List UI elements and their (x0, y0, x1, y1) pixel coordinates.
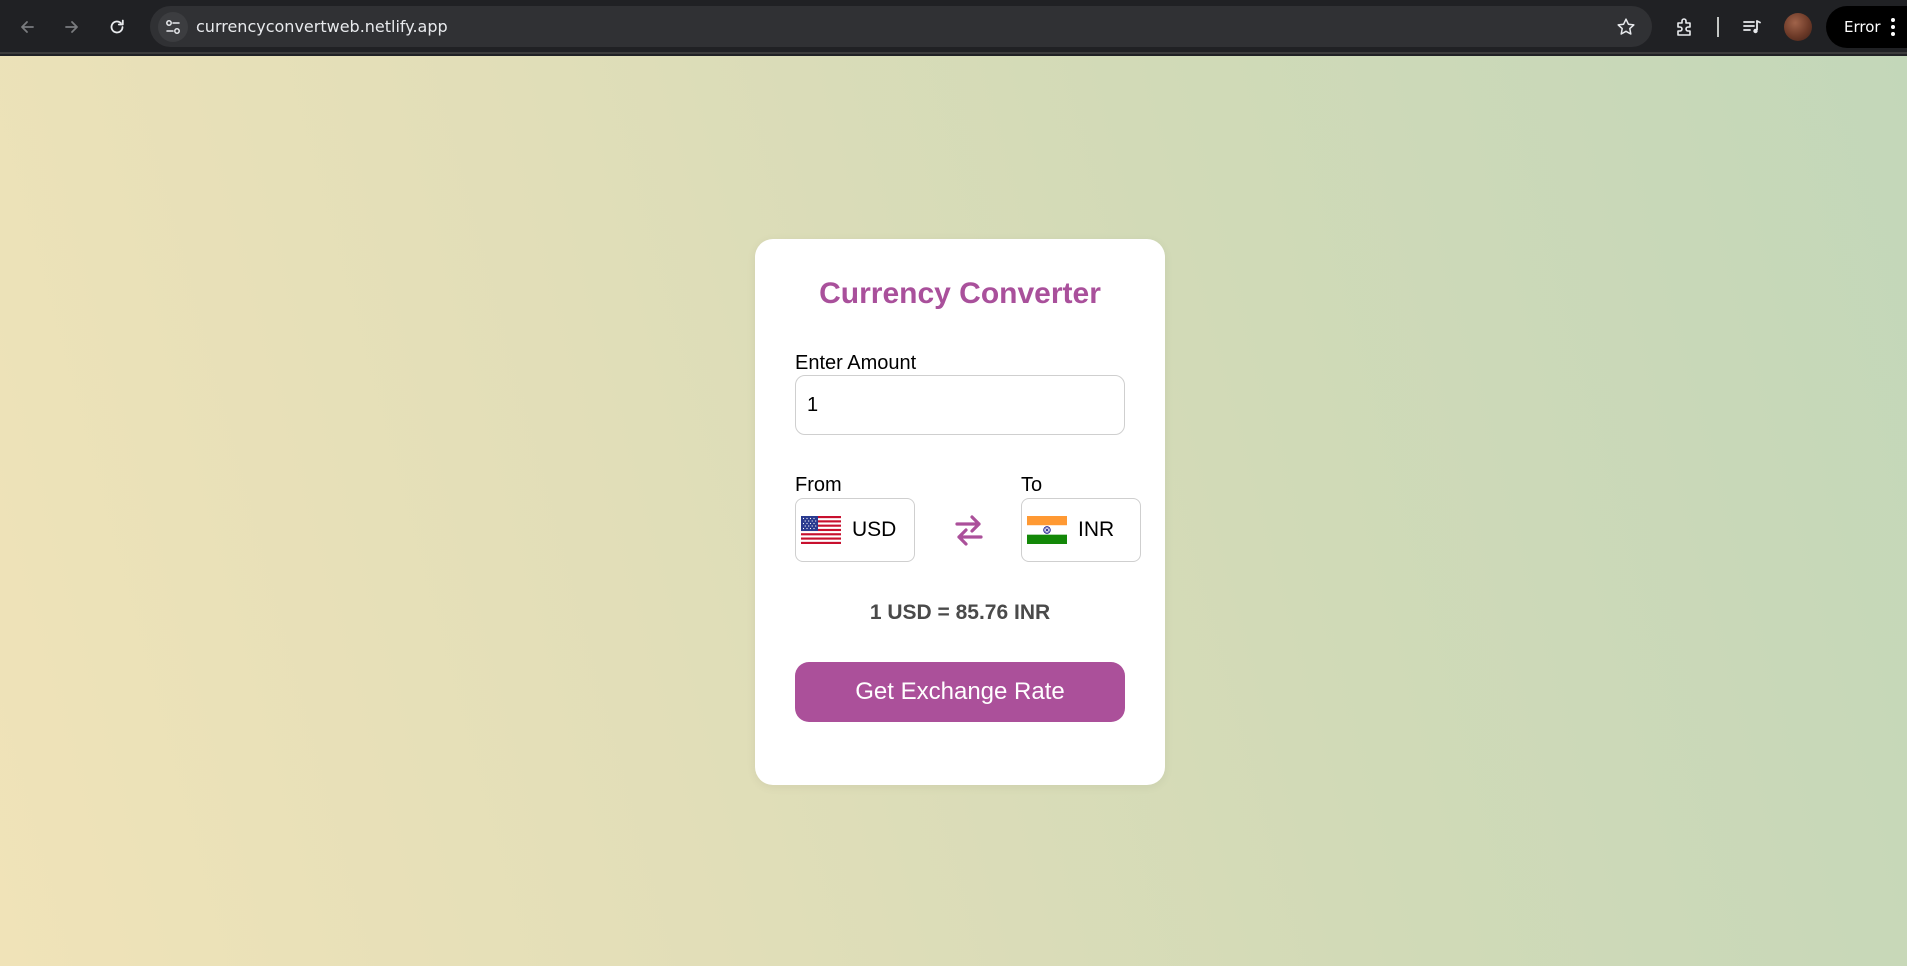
url-text[interactable]: currencyconvertweb.netlify.app (196, 17, 448, 36)
swap-currencies-button[interactable] (951, 510, 987, 550)
toolbar-divider (1717, 17, 1719, 37)
amount-input[interactable] (795, 375, 1125, 435)
bookmark-button[interactable] (1614, 15, 1638, 39)
page-title: Currency Converter (819, 277, 1101, 310)
to-currency-code: INR (1078, 518, 1115, 541)
from-label: From (795, 474, 842, 496)
media-controls-icon (1743, 20, 1761, 34)
bookmark-star-icon (1617, 18, 1635, 35)
to-label: To (1021, 474, 1043, 496)
us-flag-icon (801, 516, 841, 544)
swap-arrows-icon (955, 515, 983, 546)
converter-card: Currency Converter Enter Amount From To (755, 239, 1165, 785)
to-currency-select[interactable]: INR (1021, 498, 1141, 562)
extensions-button[interactable] (1670, 12, 1700, 42)
forward-button[interactable] (57, 12, 87, 42)
amount-label: Enter Amount (795, 352, 917, 374)
get-exchange-rate-button[interactable]: Get Exchange Rate (795, 662, 1125, 722)
reload-icon (110, 19, 124, 34)
from-currency-select[interactable]: USD (795, 498, 915, 562)
site-info-icon (166, 20, 180, 34)
reload-button[interactable] (102, 12, 132, 42)
media-controls-button[interactable] (1737, 12, 1767, 42)
error-label: Error (1844, 18, 1881, 36)
from-currency-code: USD (852, 518, 897, 541)
more-menu-icon[interactable] (1891, 18, 1895, 36)
error-chip[interactable]: Error (1826, 6, 1907, 48)
browser-toolbar: currencyconvertweb.netlify.app Error (0, 0, 1907, 54)
address-bar[interactable]: currencyconvertweb.netlify.app (150, 6, 1652, 47)
forward-arrow-icon (65, 21, 78, 33)
page-viewport: Currency Converter Enter Amount From To (0, 56, 1907, 966)
india-flag-icon (1027, 516, 1067, 544)
profile-avatar[interactable] (1784, 13, 1812, 41)
exchange-rate-result: 1 USD = 85.76 INR (869, 601, 1051, 624)
back-button[interactable] (12, 12, 42, 42)
extensions-icon (1677, 18, 1691, 36)
back-arrow-icon (21, 21, 34, 33)
site-info-button[interactable] (158, 12, 188, 42)
